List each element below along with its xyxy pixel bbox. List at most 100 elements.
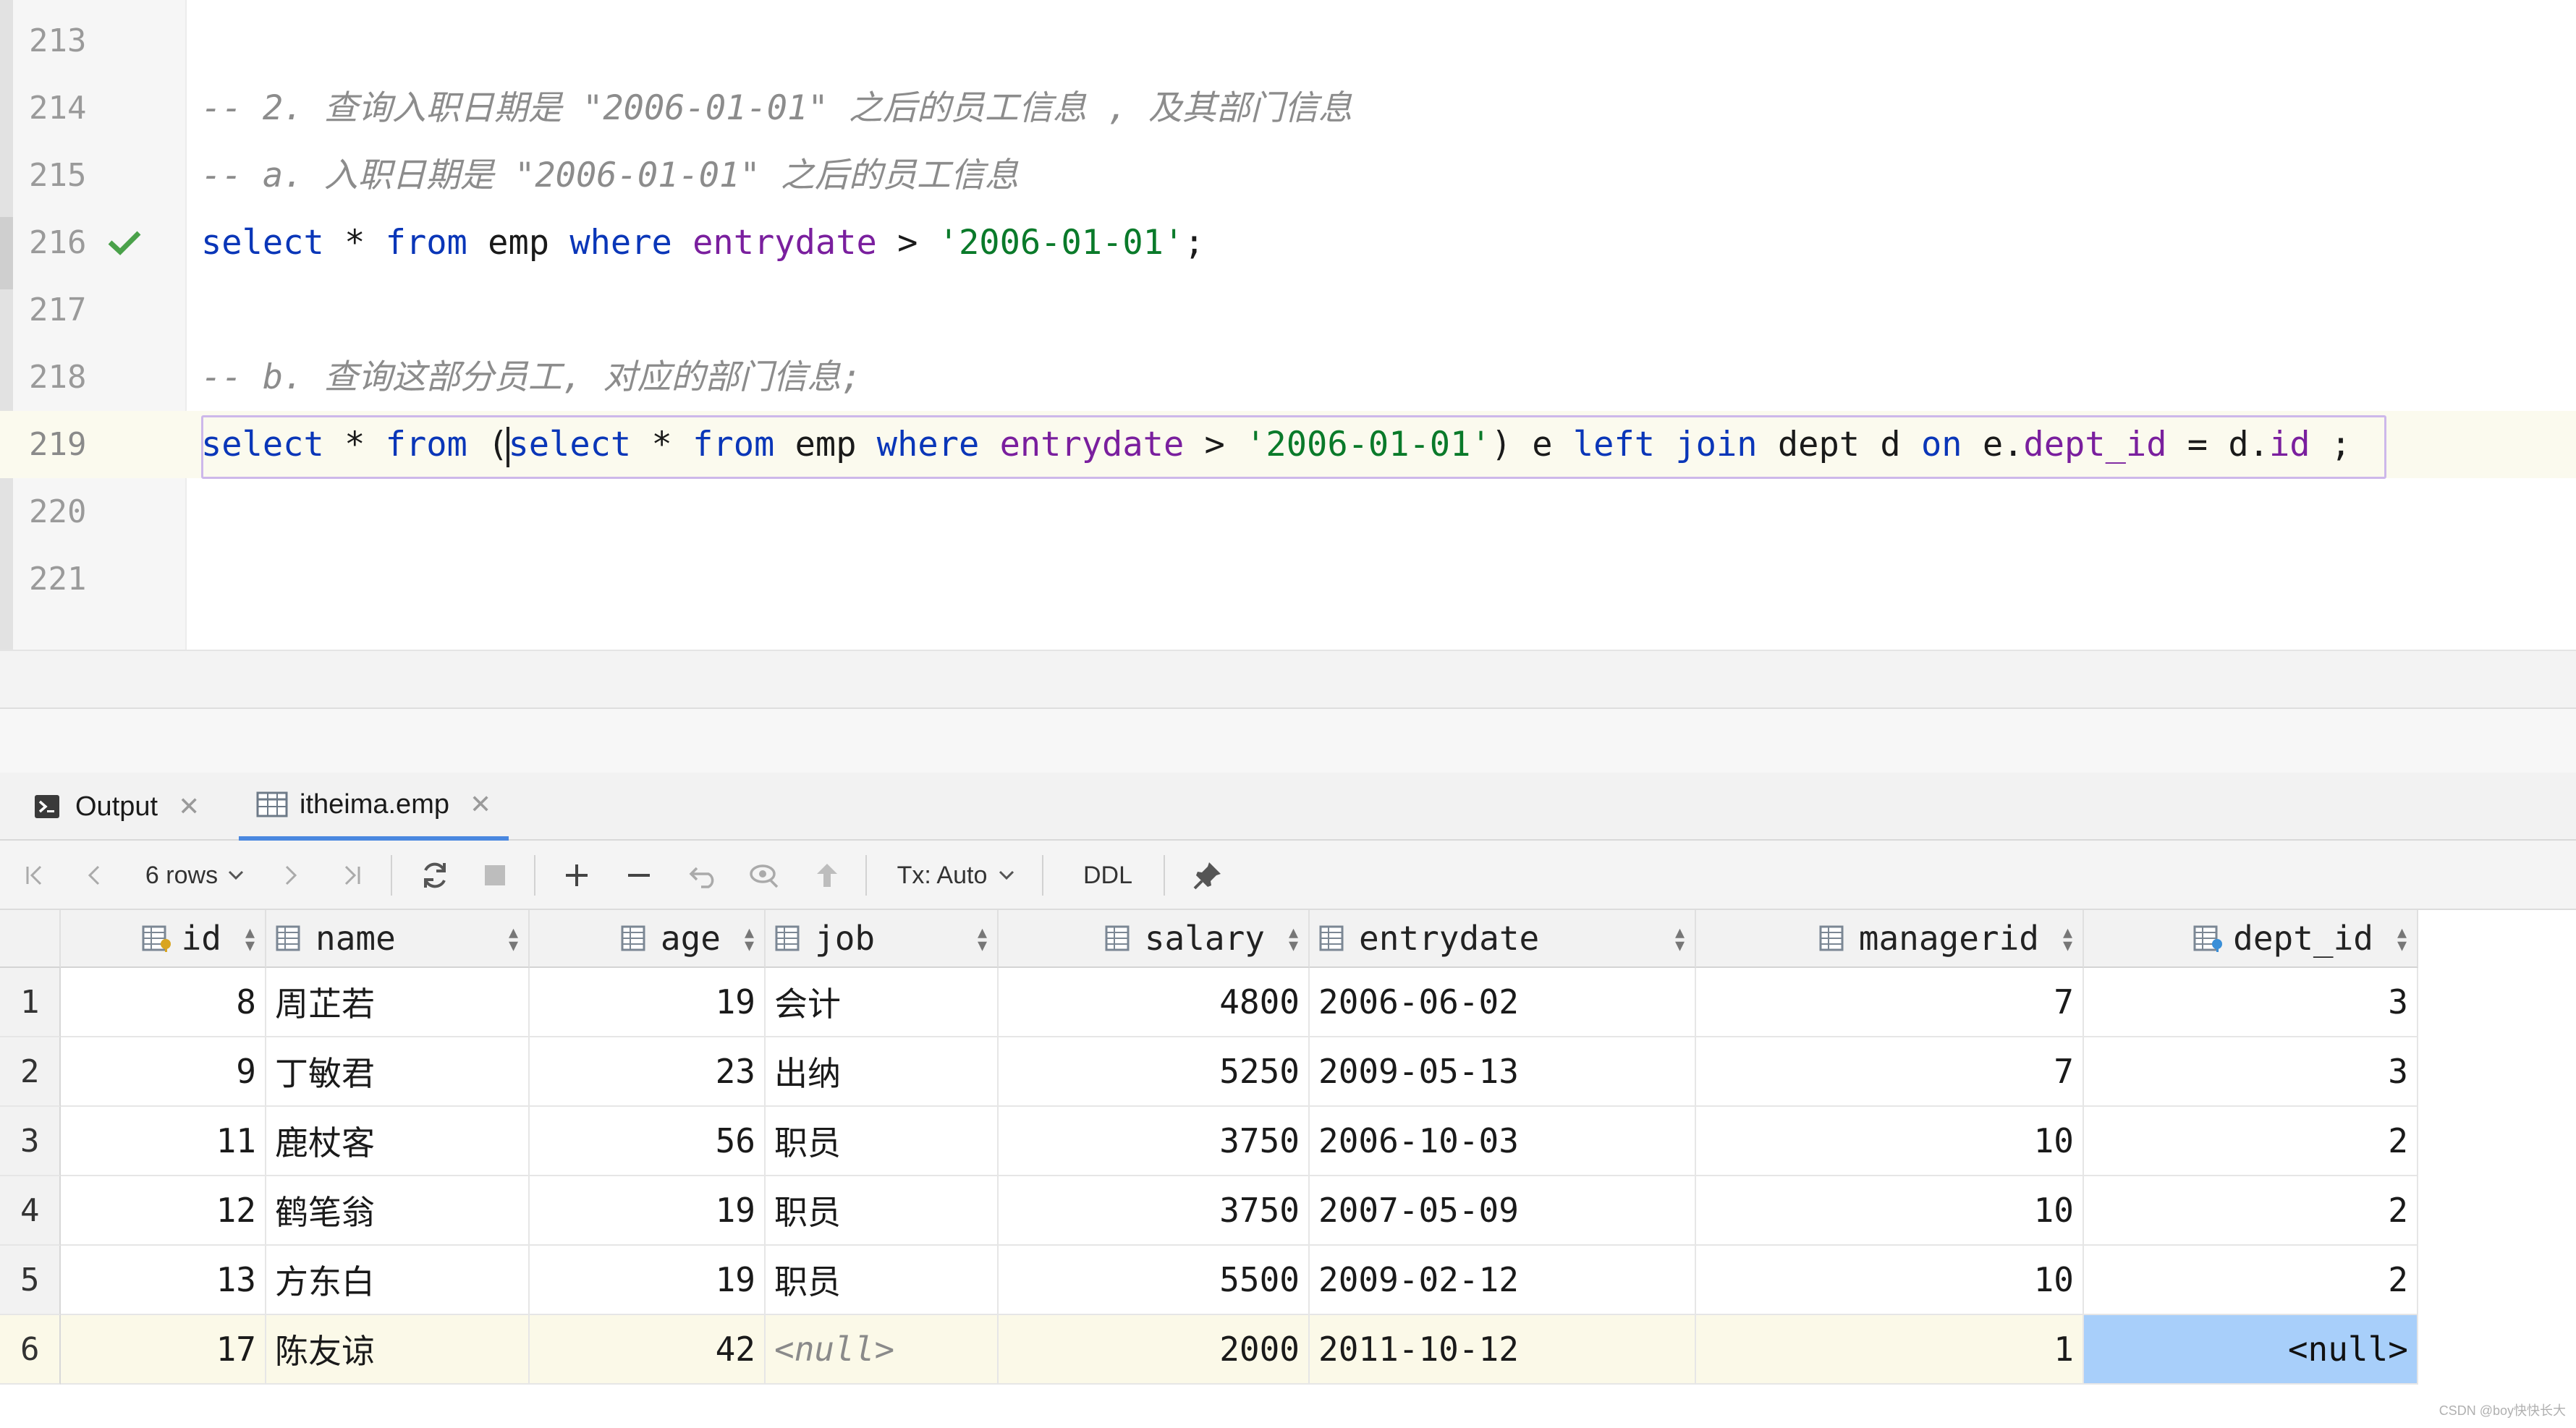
cell-job[interactable]: 出纳 bbox=[766, 1037, 999, 1107]
editor-line[interactable]: 217 bbox=[0, 276, 2576, 344]
close-icon[interactable]: ✕ bbox=[178, 791, 200, 822]
cell-managerid[interactable]: 7 bbox=[1696, 1037, 2084, 1107]
cell-job[interactable]: <null> bbox=[766, 1315, 999, 1385]
editor-line[interactable]: 215 -- a. 入职日期是 "2006-01-01" 之后的员工信息 bbox=[0, 142, 2576, 209]
cell-salary[interactable]: 3750 bbox=[999, 1107, 1310, 1176]
cell-id[interactable]: 8 bbox=[61, 968, 266, 1037]
revert-icon[interactable] bbox=[680, 841, 728, 910]
stop-icon[interactable] bbox=[473, 841, 517, 910]
cell-entrydate[interactable]: 2011-10-12 bbox=[1310, 1315, 1696, 1385]
editor-line[interactable]: 221 bbox=[0, 545, 2576, 613]
row-number[interactable]: 4 bbox=[0, 1176, 61, 1246]
cell-dept-id[interactable]: 2 bbox=[2084, 1107, 2418, 1176]
cell-entrydate[interactable]: 2009-05-13 bbox=[1310, 1037, 1696, 1107]
column-header-age[interactable]: age ▴ ▾ bbox=[530, 910, 766, 968]
column-header-name[interactable]: name ▴ ▾ bbox=[266, 910, 530, 968]
preview-changes-icon[interactable] bbox=[741, 841, 789, 910]
grid-corner[interactable] bbox=[0, 910, 61, 968]
sort-icon[interactable]: ▴ ▾ bbox=[2063, 923, 2072, 955]
row-number[interactable]: 3 bbox=[0, 1107, 61, 1176]
column-header-salary[interactable]: salary ▴ ▾ bbox=[999, 910, 1310, 968]
cell-age[interactable]: 42 bbox=[530, 1315, 766, 1385]
cell-name[interactable]: 周芷若 bbox=[266, 968, 530, 1037]
cell-dept-id[interactable]: 2 bbox=[2084, 1246, 2418, 1315]
cell-age[interactable]: 19 bbox=[530, 1176, 766, 1246]
cell-age[interactable]: 56 bbox=[530, 1107, 766, 1176]
add-row-icon[interactable] bbox=[553, 841, 601, 910]
cell-job[interactable]: 职员 bbox=[766, 1176, 999, 1246]
cell-salary[interactable]: 5250 bbox=[999, 1037, 1310, 1107]
cell-job[interactable]: 会计 bbox=[766, 968, 999, 1037]
cell-managerid[interactable]: 10 bbox=[1696, 1107, 2084, 1176]
cell-name[interactable]: 方东白 bbox=[266, 1246, 530, 1315]
cell-entrydate[interactable]: 2009-02-12 bbox=[1310, 1246, 1696, 1315]
sort-icon[interactable]: ▴ ▾ bbox=[1675, 923, 1685, 955]
rows-count-dropdown[interactable]: 6 rows bbox=[130, 841, 260, 910]
delete-row-icon[interactable] bbox=[615, 841, 663, 910]
close-icon[interactable]: ✕ bbox=[470, 789, 491, 820]
cell-age[interactable]: 19 bbox=[530, 968, 766, 1037]
previous-page-icon[interactable] bbox=[72, 841, 116, 910]
cell-id[interactable]: 9 bbox=[61, 1037, 266, 1107]
refresh-icon[interactable] bbox=[411, 841, 459, 910]
ddl-button[interactable]: DDL bbox=[1061, 841, 1155, 910]
cell-salary[interactable]: 2000 bbox=[999, 1315, 1310, 1385]
row-number[interactable]: 5 bbox=[0, 1246, 61, 1315]
pin-tab-icon[interactable] bbox=[1184, 841, 1232, 910]
sort-icon[interactable]: ▴ ▾ bbox=[978, 923, 987, 955]
sort-icon[interactable]: ▴ ▾ bbox=[245, 923, 255, 955]
cell-age[interactable]: 23 bbox=[530, 1037, 766, 1107]
editor-line[interactable]: 213 bbox=[0, 7, 2576, 75]
sort-icon[interactable]: ▴ ▾ bbox=[2397, 923, 2407, 955]
cell-salary[interactable]: 4800 bbox=[999, 968, 1310, 1037]
cell-entrydate[interactable]: 2006-06-02 bbox=[1310, 968, 1696, 1037]
cell-id[interactable]: 17 bbox=[61, 1315, 266, 1385]
cell-id[interactable]: 13 bbox=[61, 1246, 266, 1315]
cell-id[interactable]: 12 bbox=[61, 1176, 266, 1246]
editor-line[interactable]: 218 -- b. 查询这部分员工, 对应的部门信息; bbox=[0, 344, 2576, 411]
sort-icon[interactable]: ▴ ▾ bbox=[745, 923, 754, 955]
cell-managerid[interactable]: 10 bbox=[1696, 1246, 2084, 1315]
cell-managerid[interactable]: 10 bbox=[1696, 1176, 2084, 1246]
results-grid[interactable]: id ▴ ▾ name ▴ ▾ age ▴ ▾ job ▴ ▾ salary ▴ ▾ entrydate ▴ ▾ m… bbox=[0, 910, 2576, 1428]
column-header-job[interactable]: job ▴ ▾ bbox=[766, 910, 999, 968]
cell-id[interactable]: 11 bbox=[61, 1107, 266, 1176]
cell-salary[interactable]: 3750 bbox=[999, 1176, 1310, 1246]
first-page-icon[interactable] bbox=[13, 841, 56, 910]
cell-job[interactable]: 职员 bbox=[766, 1246, 999, 1315]
submit-icon[interactable] bbox=[803, 841, 851, 910]
column-header-dept-id[interactable]: dept_id ▴ ▾ bbox=[2084, 910, 2418, 968]
next-page-icon[interactable] bbox=[269, 841, 313, 910]
cell-name[interactable]: 陈友谅 bbox=[266, 1315, 530, 1385]
editor-line[interactable]: 220 bbox=[0, 478, 2576, 545]
sort-icon[interactable]: ▴ ▾ bbox=[1289, 923, 1298, 955]
editor-line[interactable]: 219 select * from (select * from emp wher… bbox=[0, 411, 2576, 478]
editor-horizontal-scrollbar[interactable] bbox=[0, 650, 2576, 707]
column-header-managerid[interactable]: managerid ▴ ▾ bbox=[1696, 910, 2084, 968]
row-number[interactable]: 2 bbox=[0, 1037, 61, 1107]
cell-dept-id[interactable]: <null> bbox=[2084, 1315, 2418, 1385]
cell-managerid[interactable]: 1 bbox=[1696, 1315, 2084, 1385]
column-header-entrydate[interactable]: entrydate ▴ ▾ bbox=[1310, 910, 1696, 968]
cell-salary[interactable]: 5500 bbox=[999, 1246, 1310, 1315]
column-header-id[interactable]: id ▴ ▾ bbox=[61, 910, 266, 968]
editor-line[interactable]: 216 select * from emp where entrydate > '… bbox=[0, 209, 2576, 276]
cell-name[interactable]: 鹤笔翁 bbox=[266, 1176, 530, 1246]
cell-dept-id[interactable]: 3 bbox=[2084, 1037, 2418, 1107]
cell-dept-id[interactable]: 3 bbox=[2084, 968, 2418, 1037]
cell-entrydate[interactable]: 2006-10-03 bbox=[1310, 1107, 1696, 1176]
cell-entrydate[interactable]: 2007-05-09 bbox=[1310, 1176, 1696, 1246]
transaction-mode-dropdown[interactable]: Tx: Auto bbox=[884, 841, 1029, 910]
sort-icon[interactable]: ▴ ▾ bbox=[509, 923, 518, 955]
cell-managerid[interactable]: 7 bbox=[1696, 968, 2084, 1037]
last-page-icon[interactable] bbox=[330, 841, 373, 910]
tab-output[interactable]: Output ✕ bbox=[16, 773, 217, 841]
editor-line[interactable]: 214 -- 2. 查询入职日期是 "2006-01-01" 之后的员工信息 , … bbox=[0, 75, 2576, 142]
cell-age[interactable]: 19 bbox=[530, 1246, 766, 1315]
tab-itheima-emp[interactable]: itheima.emp ✕ bbox=[239, 773, 509, 841]
row-number[interactable]: 1 bbox=[0, 968, 61, 1037]
cell-job[interactable]: 职员 bbox=[766, 1107, 999, 1176]
row-number[interactable]: 6 bbox=[0, 1315, 61, 1385]
panel-splitter[interactable] bbox=[0, 707, 2576, 773]
cell-name[interactable]: 鹿杖客 bbox=[266, 1107, 530, 1176]
